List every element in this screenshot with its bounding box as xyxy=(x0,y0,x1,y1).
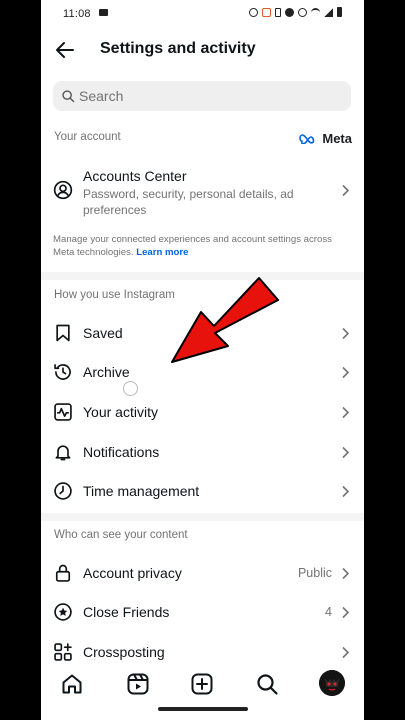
section-label-who-can-see: Who can see your content xyxy=(54,529,188,541)
cast-icon xyxy=(262,7,271,17)
profile-avatar[interactable] xyxy=(319,670,345,696)
grid-plus-icon xyxy=(54,643,72,661)
status-icons xyxy=(249,7,342,17)
status-bar: 11:08 xyxy=(41,0,364,26)
status-time: 11:08 xyxy=(63,8,91,20)
chevron-right-icon xyxy=(342,646,350,659)
menu-item-saved[interactable]: Saved xyxy=(41,314,364,352)
page-title: Settings and activity xyxy=(100,40,256,57)
create-icon[interactable] xyxy=(190,672,214,696)
clock-icon xyxy=(54,482,72,500)
search-input[interactable] xyxy=(79,81,339,111)
menu-item-label: Saved xyxy=(83,325,123,341)
search-icon xyxy=(62,90,75,103)
wifi-icon xyxy=(311,7,320,17)
meta-logo: Meta xyxy=(299,131,352,146)
menu-item-value: 4 xyxy=(325,605,332,619)
home-icon[interactable] xyxy=(60,672,84,696)
data-saver-icon xyxy=(298,7,307,17)
menu-item-account-privacy[interactable]: Account privacy Public xyxy=(41,554,364,592)
accounts-center-subtitle: Password, security, personal details, ad… xyxy=(83,187,294,217)
gesture-home-bar xyxy=(158,707,248,711)
section-divider xyxy=(41,272,364,280)
bell-icon xyxy=(55,445,71,461)
chevron-right-icon xyxy=(342,485,350,498)
activity-icon xyxy=(54,403,72,421)
menu-item-label: Crossposting xyxy=(83,644,165,660)
accounts-center-title: Accounts Center xyxy=(83,168,187,184)
alarm-icon xyxy=(249,7,258,17)
menu-item-label: Close Friends xyxy=(83,604,170,620)
bottom-nav xyxy=(41,666,364,702)
tap-ripple-indicator xyxy=(123,381,138,396)
bookmark-icon xyxy=(56,324,70,342)
menu-item-time-management[interactable]: Time management xyxy=(41,472,364,510)
chevron-right-icon xyxy=(342,446,350,459)
menu-item-label: Time management xyxy=(83,483,200,499)
do-not-disturb-icon xyxy=(285,7,294,17)
menu-item-your-activity[interactable]: Your activity xyxy=(41,393,364,431)
lock-icon xyxy=(55,564,71,582)
account-circle-icon xyxy=(53,180,73,200)
meta-brand-text: Meta xyxy=(322,131,352,146)
media-notification-icon xyxy=(99,9,108,16)
reels-icon[interactable] xyxy=(126,672,150,696)
learn-more-link[interactable]: Learn more xyxy=(136,247,188,258)
meta-infinity-icon xyxy=(299,134,315,144)
menu-item-label: Archive xyxy=(83,364,130,380)
search-icon[interactable] xyxy=(255,672,279,696)
accounts-center-note: Manage your connected experiences and ac… xyxy=(53,233,353,259)
chevron-right-icon xyxy=(342,606,350,619)
accounts-note-text: Manage your connected experiences and ac… xyxy=(53,234,332,258)
star-circle-icon xyxy=(54,603,72,621)
menu-item-close-friends[interactable]: Close Friends 4 xyxy=(41,593,364,631)
menu-item-label: Account privacy xyxy=(83,565,182,581)
menu-item-archive[interactable]: Archive xyxy=(41,353,364,391)
archive-icon xyxy=(54,364,71,380)
chevron-right-icon xyxy=(342,366,350,379)
vibrate-icon xyxy=(275,7,281,17)
profile-avatar-image xyxy=(319,670,345,696)
menu-item-notifications[interactable]: Notifications xyxy=(41,433,364,471)
section-label-how-you-use: How you use Instagram xyxy=(54,289,175,301)
signal-icon xyxy=(324,7,333,17)
header: Settings and activity xyxy=(41,34,364,64)
menu-item-label: Your activity xyxy=(83,404,158,420)
accounts-center-row[interactable]: Accounts Center Password, security, pers… xyxy=(41,162,364,222)
section-divider xyxy=(41,513,364,521)
menu-item-label: Notifications xyxy=(83,444,160,460)
search-bar[interactable] xyxy=(53,81,351,111)
section-label-your-account: Your account xyxy=(54,131,121,143)
chevron-right-icon xyxy=(342,327,350,340)
chevron-right-icon xyxy=(342,567,350,580)
menu-item-value: Public xyxy=(297,566,332,580)
phone-screen: 11:08 Settings and activity Your account xyxy=(41,0,364,720)
back-arrow-icon[interactable] xyxy=(53,38,77,62)
battery-icon xyxy=(337,7,342,17)
chevron-right-icon xyxy=(342,406,350,419)
chevron-right-icon xyxy=(342,184,350,197)
